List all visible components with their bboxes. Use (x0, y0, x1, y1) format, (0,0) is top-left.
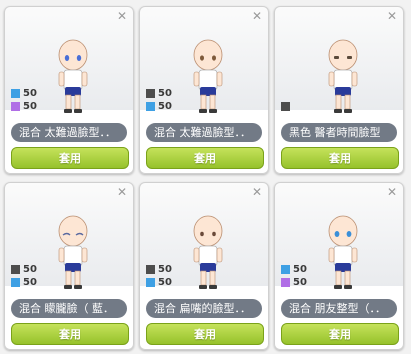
face-card: ✕ 50 50 混合 太難過臉型．． 套用 (139, 6, 269, 174)
avatar (58, 215, 88, 289)
close-icon[interactable]: ✕ (117, 185, 127, 199)
stat-value: 50 (158, 100, 172, 112)
color-swatch (281, 277, 290, 287)
color-swatch (146, 101, 155, 111)
face-card: ✕ 50 50 混合 朋友整型（．． 套用 (274, 182, 404, 350)
stat-row: 50 (146, 276, 172, 288)
face-name-label: 混合 扁嘴的臉型．． (146, 299, 262, 318)
stat-row: 50 (146, 87, 172, 99)
face-card: ✕ 50 50 混合 矇朧臉（ 藍． 套用 (4, 182, 134, 350)
stat-value: 50 (23, 276, 37, 288)
stat-value: 50 (293, 263, 307, 275)
color-swatch (11, 101, 20, 111)
stat-row: 50 (281, 263, 307, 275)
stat-row (281, 100, 293, 112)
avatar (328, 39, 358, 113)
stat-value: 50 (23, 87, 37, 99)
face-coupon-grid: ✕ 50 50 混合 太難過臉型．． 套用 ✕ 50 50 混合 太難過臉型．．… (0, 0, 411, 354)
apply-button[interactable]: 套用 (146, 147, 264, 169)
face-name-label: 混合 朋友整型（．． (281, 299, 397, 318)
stat-row: 50 (11, 276, 37, 288)
stat-row: 50 (11, 100, 37, 112)
stat-value: 50 (158, 276, 172, 288)
face-card: ✕ 黑色 醫者時間臉型 套用 (274, 6, 404, 174)
face-name-label: 混合 矇朧臉（ 藍． (11, 299, 127, 318)
stat-value: 50 (158, 263, 172, 275)
stat-row: 50 (146, 100, 172, 112)
face-card: ✕ 50 50 混合 太難過臉型．． 套用 (4, 6, 134, 174)
avatar (328, 215, 358, 289)
face-card: ✕ 50 50 混合 扁嘴的臉型．． 套用 (139, 182, 269, 350)
avatar (193, 215, 223, 289)
color-swatch (11, 277, 20, 287)
color-swatch (146, 277, 155, 287)
stat-row: 50 (11, 263, 37, 275)
color-swatch (11, 88, 20, 98)
color-swatch (11, 264, 20, 274)
stat-row: 50 (11, 87, 37, 99)
stat-value: 50 (23, 263, 37, 275)
apply-button[interactable]: 套用 (11, 147, 129, 169)
apply-button[interactable]: 套用 (281, 147, 399, 169)
avatar (193, 39, 223, 113)
close-icon[interactable]: ✕ (252, 9, 262, 23)
apply-button[interactable]: 套用 (146, 323, 264, 345)
face-name-label: 黑色 醫者時間臉型 (281, 123, 397, 142)
stat-row: 50 (146, 263, 172, 275)
stat-value: 50 (293, 276, 307, 288)
stat-value: 50 (23, 100, 37, 112)
stat-value: 50 (158, 87, 172, 99)
close-icon[interactable]: ✕ (387, 9, 397, 23)
color-swatch (146, 264, 155, 274)
close-icon[interactable]: ✕ (117, 9, 127, 23)
close-icon[interactable]: ✕ (252, 185, 262, 199)
apply-button[interactable]: 套用 (281, 323, 399, 345)
avatar (58, 39, 88, 113)
stat-row: 50 (281, 276, 307, 288)
color-swatch (281, 101, 290, 111)
color-swatch (146, 88, 155, 98)
close-icon[interactable]: ✕ (387, 185, 397, 199)
face-name-label: 混合 太難過臉型．． (11, 123, 127, 142)
color-swatch (281, 264, 290, 274)
apply-button[interactable]: 套用 (11, 323, 129, 345)
face-name-label: 混合 太難過臉型．． (146, 123, 262, 142)
